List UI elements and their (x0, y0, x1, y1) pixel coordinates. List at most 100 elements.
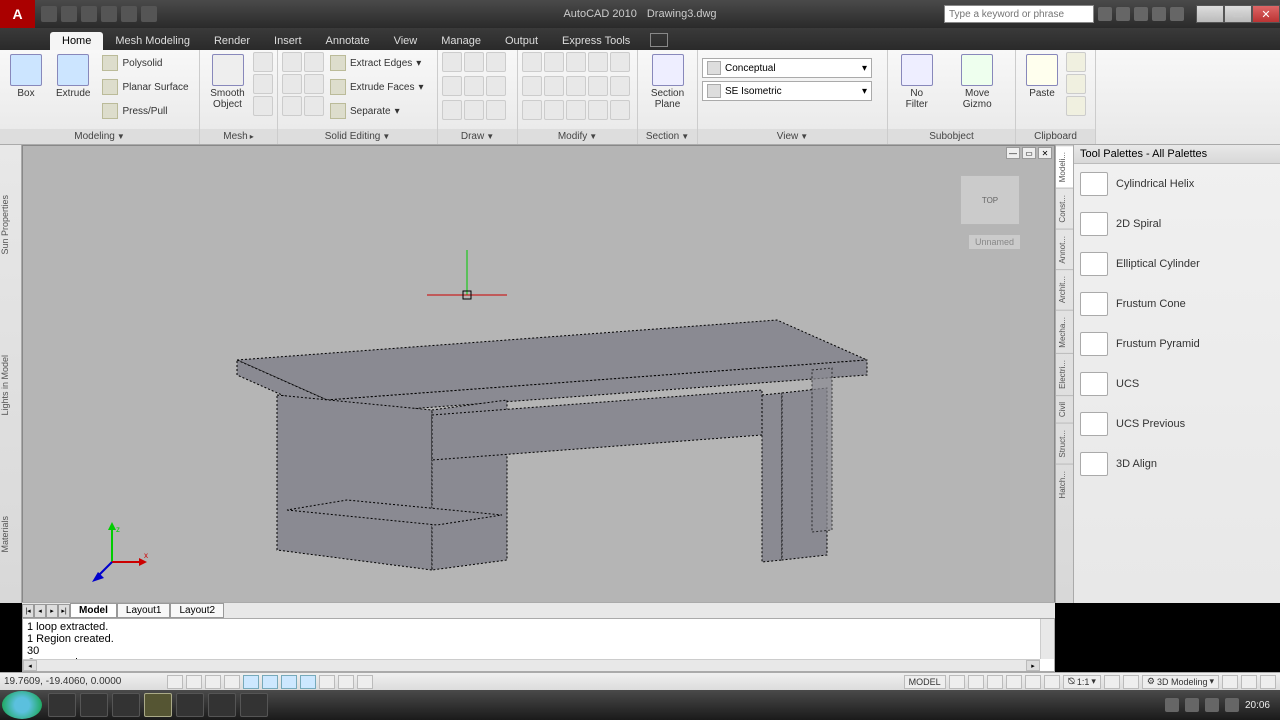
mod-offset-icon[interactable] (588, 76, 608, 96)
tab-output[interactable]: Output (493, 32, 550, 50)
draw-hatch-icon[interactable] (486, 100, 506, 120)
layout-nav-first-icon[interactable]: |◂ (22, 604, 34, 618)
tab-render[interactable]: Render (202, 32, 262, 50)
annotation-autoscale-icon[interactable] (1123, 675, 1139, 689)
palette-item-elliptical-cylinder[interactable]: Elliptical Cylinder (1074, 244, 1280, 284)
exchange-icon[interactable] (1116, 7, 1130, 21)
tab-manage[interactable]: Manage (429, 32, 493, 50)
mod-stretch-icon[interactable] (522, 100, 542, 120)
mesh-opt3-icon[interactable] (253, 96, 273, 116)
start-button[interactable] (2, 691, 42, 719)
model-space-button[interactable]: MODEL (904, 675, 946, 689)
qat-undo-icon[interactable] (101, 6, 117, 22)
viewcube[interactable]: TOP (960, 175, 1020, 225)
draw-poly-icon[interactable] (442, 100, 462, 120)
layout-tab-model[interactable]: Model (70, 603, 117, 618)
mod-rotate-icon[interactable] (544, 52, 564, 72)
pan-icon[interactable] (987, 675, 1003, 689)
palette-cat-mechanical[interactable]: Mecha... (1056, 310, 1073, 354)
viewcube-ucs-label[interactable]: Unnamed (969, 235, 1020, 249)
mod-explode-icon[interactable] (566, 76, 586, 96)
palette-cat-electrical[interactable]: Electri... (1056, 353, 1073, 395)
planar-surface-button[interactable]: Planar Surface (98, 76, 192, 98)
palette-title[interactable]: Tool Palettes - All Palettes (1074, 145, 1280, 164)
rail-sun-properties[interactable]: Sun Properties (0, 191, 21, 259)
se-icon-5[interactable] (304, 74, 324, 94)
tab-annotate[interactable]: Annotate (314, 32, 382, 50)
draw-spline-icon[interactable] (464, 100, 484, 120)
separate-button[interactable]: Separate ▾ (326, 100, 428, 122)
taskbar-firefox-icon[interactable] (48, 693, 76, 717)
dyn-toggle[interactable] (319, 675, 335, 689)
match-icon[interactable] (1066, 96, 1086, 116)
tab-home[interactable]: Home (50, 32, 103, 50)
polar-toggle[interactable] (224, 675, 240, 689)
layout-tab-layout2[interactable]: Layout2 (170, 603, 224, 618)
mod-scale-icon[interactable] (544, 100, 564, 120)
taskbar-app3-icon[interactable] (240, 693, 268, 717)
extract-edges-button[interactable]: Extract Edges ▾ (326, 52, 428, 74)
mod-array-icon[interactable] (610, 76, 630, 96)
layout-nav-prev-icon[interactable]: ◂ (34, 604, 46, 618)
taskbar-explorer-icon[interactable] (176, 693, 204, 717)
steering-wheel-icon[interactable] (1025, 675, 1041, 689)
se-icon-6[interactable] (304, 96, 324, 116)
ortho-toggle[interactable] (205, 675, 221, 689)
otrack-toggle[interactable] (281, 675, 297, 689)
tray-network-icon[interactable] (1205, 698, 1219, 712)
mod-erase-icon[interactable] (588, 52, 608, 72)
clean-screen-icon[interactable] (1260, 675, 1276, 689)
qat-save-icon[interactable] (81, 6, 97, 22)
draw-line-icon[interactable] (442, 52, 462, 72)
grid-toggle[interactable] (186, 675, 202, 689)
paste-button[interactable]: Paste (1020, 52, 1064, 101)
tab-view[interactable]: View (382, 32, 430, 50)
search-input[interactable] (944, 5, 1094, 23)
taskbar-app1-icon[interactable] (112, 693, 140, 717)
cmd-vscrollbar[interactable] (1040, 619, 1054, 659)
extrude-faces-button[interactable]: Extrude Faces ▾ (326, 76, 428, 98)
palette-item-2d-spiral[interactable]: 2D Spiral (1074, 204, 1280, 244)
palette-cat-civil[interactable]: Civil (1056, 395, 1073, 423)
palette-item-frustum-pyramid[interactable]: Frustum Pyramid (1074, 324, 1280, 364)
tray-volume-icon[interactable] (1225, 698, 1239, 712)
tab-express-tools[interactable]: Express Tools (550, 32, 642, 50)
tray-clock[interactable]: 20:06 (1245, 700, 1270, 711)
window-close-button[interactable]: ✕ (1252, 5, 1280, 23)
taskbar-autocad-icon[interactable] (144, 693, 172, 717)
taskbar-app2-icon[interactable] (208, 693, 236, 717)
draw-pline-icon[interactable] (464, 52, 484, 72)
view-direction-dropdown[interactable]: SE Isometric▾ (702, 81, 872, 101)
mesh-opt2-icon[interactable] (253, 74, 273, 94)
rail-materials[interactable]: Materials (0, 512, 21, 557)
palette-cat-hatch[interactable]: Hatch... (1056, 464, 1073, 505)
polysolid-button[interactable]: Polysolid (98, 52, 192, 74)
zoom-icon[interactable] (1006, 675, 1022, 689)
favorite-icon[interactable] (1152, 7, 1166, 21)
se-icon-1[interactable] (282, 52, 302, 72)
palette-cat-annotation[interactable]: Annot... (1056, 229, 1073, 270)
box-button[interactable]: Box (4, 52, 48, 101)
app-menu-button[interactable]: A (0, 0, 35, 28)
se-icon-4[interactable] (304, 52, 324, 72)
cmd-hscrollbar[interactable]: ◂▸ (23, 659, 1040, 671)
qat-new-icon[interactable] (41, 6, 57, 22)
se-icon-2[interactable] (282, 74, 302, 94)
command-window[interactable]: 1 loop extracted. 1 Region created. 30 C… (22, 618, 1055, 672)
quickview-drawings-icon[interactable] (968, 675, 984, 689)
no-filter-button[interactable]: No Filter (892, 52, 941, 112)
palette-cat-architectural[interactable]: Archit... (1056, 269, 1073, 309)
draw-rect-icon[interactable] (464, 76, 484, 96)
move-gizmo-button[interactable]: Move Gizmo (943, 52, 1011, 112)
mod-trim-icon[interactable] (566, 52, 586, 72)
layout-nav-next-icon[interactable]: ▸ (46, 604, 58, 618)
section-plane-button[interactable]: Section Plane (642, 52, 693, 112)
extrude-button[interactable]: Extrude (50, 52, 96, 101)
layout-tab-layout1[interactable]: Layout1 (117, 603, 171, 618)
drawing-viewport[interactable]: — ▭ ✕ (22, 145, 1055, 603)
tray-shield-icon[interactable] (1185, 698, 1199, 712)
palette-item-ucs-previous[interactable]: UCS Previous (1074, 404, 1280, 444)
palette-item-3d-align[interactable]: 3D Align (1074, 444, 1280, 484)
tab-mesh-modeling[interactable]: Mesh Modeling (103, 32, 202, 50)
qp-toggle[interactable] (357, 675, 373, 689)
